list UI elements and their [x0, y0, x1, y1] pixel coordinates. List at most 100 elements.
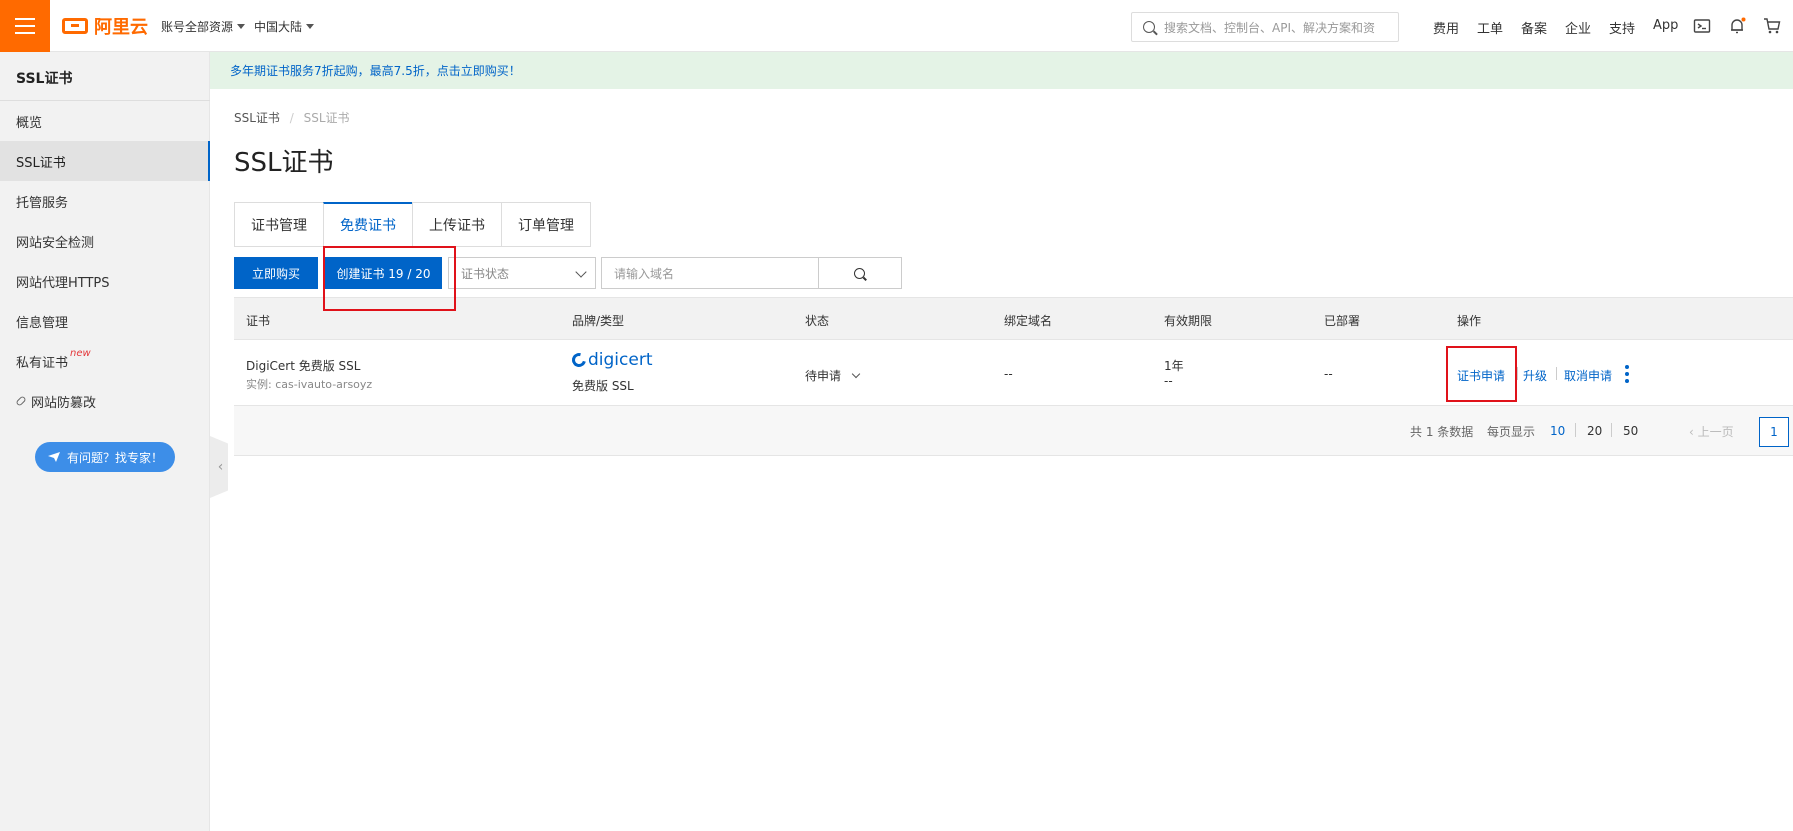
tab-label: 订单管理 — [518, 217, 574, 234]
sidebar-item-label: SSL证书 — [16, 155, 66, 171]
certificate-status-select[interactable]: 证书状态 — [448, 257, 596, 289]
sidebar-item-label: 概览 — [16, 115, 43, 131]
buy-now-label: 立即购买 — [251, 266, 300, 281]
sidebar-item-ssl-certificate[interactable]: SSL证书 — [0, 141, 210, 181]
action-divider — [1517, 367, 1518, 380]
page-size-10[interactable]: 10 — [1550, 424, 1565, 438]
sidebar-item-label: 网站安全检测 — [16, 235, 95, 251]
sidebar-title: SSL证书 — [16, 71, 73, 87]
nav-link-icp[interactable]: 备案 — [1521, 18, 1547, 37]
nav-link-app[interactable]: App — [1653, 18, 1678, 33]
per-page-label: 每页显示 — [1487, 425, 1536, 439]
upgrade-link[interactable]: 升级 — [1523, 367, 1547, 384]
total-count: 共 1 条数据 — [1410, 425, 1474, 439]
brand-type: 免费版 SSL — [572, 379, 634, 393]
search-icon — [1143, 21, 1155, 33]
sidebar-item-label: 托管服务 — [16, 195, 69, 211]
terminal-icon[interactable] — [1693, 17, 1711, 35]
logo-text: 阿里云 — [94, 17, 148, 38]
sidebar-collapse-handle[interactable]: ‹ — [210, 436, 228, 498]
nav-link-enterprise[interactable]: 企业 — [1565, 18, 1591, 37]
sidebar-item-label: 网站代理HTTPS — [16, 275, 110, 291]
cancel-application-link[interactable]: 取消申请 — [1564, 367, 1612, 384]
tab-order-management[interactable]: 订单管理 — [501, 202, 591, 247]
validity-sub: -- — [1164, 374, 1173, 388]
column-header-status: 状态 — [805, 314, 830, 328]
caret-down-icon — [237, 24, 246, 29]
certificate-name: DigiCert 免费版 SSL — [246, 359, 361, 373]
tab-upload-certificate[interactable]: 上传证书 — [412, 202, 501, 247]
current-page-number: 1 — [1770, 425, 1778, 439]
paper-plane-icon — [47, 452, 60, 462]
breadcrumb-separator: / — [289, 111, 294, 125]
sidebar-item-https-proxy[interactable]: 网站代理HTTPS — [0, 261, 210, 301]
status-value: 待申请 — [805, 369, 842, 383]
region-dropdown[interactable]: 中国大陆 — [254, 18, 315, 35]
create-certificate-label: 创建证书 19 / 20 — [336, 266, 431, 281]
brand-logo-text: digicert — [588, 350, 653, 370]
sidebar-item-site-security-check[interactable]: 网站安全检测 — [0, 221, 210, 261]
sidebar-item-anti-tamper[interactable]: 网站防篡改 — [0, 381, 210, 421]
domain-search-button[interactable] — [818, 257, 902, 289]
column-header-bound-domain: 绑定域名 — [1004, 314, 1053, 328]
promo-banner[interactable]: 多年期证书服务7折起购，最高7.5折，点击立即购买！ — [210, 52, 1793, 89]
breadcrumb: SSL证书 / SSL证书 — [234, 109, 350, 126]
sidebar-item-label: 信息管理 — [16, 315, 69, 331]
sidebar-item-managed-service[interactable]: 托管服务 — [0, 181, 210, 221]
status-dropdown[interactable]: 待申请 — [805, 367, 861, 384]
column-header-actions: 操作 — [1457, 314, 1482, 328]
global-search-input[interactable]: 搜索文档、控制台、API、解决方案和资 — [1131, 12, 1399, 42]
breadcrumb-root[interactable]: SSL证书 — [234, 111, 280, 125]
more-actions-icon[interactable] — [1624, 365, 1630, 383]
tab-label: 证书管理 — [251, 217, 307, 234]
account-resource-label: 账号全部资源 — [161, 20, 234, 34]
tab-bar: 证书管理 免费证书 上传证书 订单管理 — [234, 202, 591, 247]
pagination-bar: 共 1 条数据 每页显示 10 20 50 ‹ 上一页 1 — [234, 406, 1793, 456]
domain-search-placeholder: 请输入域名 — [614, 266, 675, 281]
action-divider — [1556, 367, 1557, 380]
current-page-button[interactable]: 1 — [1759, 417, 1789, 447]
sidebar-item-label: 网站防篡改 — [31, 395, 97, 411]
chevron-left-icon: ‹ — [217, 459, 224, 475]
tab-label: 免费证书 — [340, 218, 396, 234]
prev-page-label: 上一页 — [1697, 425, 1734, 439]
sidebar-item-overview[interactable]: 概览 — [0, 101, 210, 141]
aliyun-logo-icon — [62, 18, 88, 34]
aliyun-logo[interactable]: 阿里云 — [62, 14, 148, 38]
certificate-table: 证书 品牌/类型 状态 绑定域名 有效期限 已部署 操作 DigiCert 免费… — [234, 297, 1793, 456]
new-badge: new — [70, 347, 91, 359]
ask-expert-button[interactable]: 有问题？找专家！ — [35, 442, 175, 472]
tab-free-certificate[interactable]: 免费证书 — [323, 202, 412, 247]
table-row: DigiCert 免费版 SSL 实例: cas-ivauto-arsoyz d… — [234, 340, 1793, 406]
page-size-divider — [1611, 423, 1612, 437]
top-navigation-bar: 阿里云 账号全部资源 中国大陆 搜索文档、控制台、API、解决方案和资 费用 工… — [0, 0, 1793, 52]
ask-expert-label: 有问题？找专家！ — [66, 450, 163, 465]
table-header: 证书 品牌/类型 状态 绑定域名 有效期限 已部署 操作 — [234, 297, 1793, 340]
nav-link-tickets[interactable]: 工单 — [1477, 18, 1503, 37]
sidebar-item-info-management[interactable]: 信息管理 — [0, 301, 210, 341]
tab-certificate-management[interactable]: 证书管理 — [234, 202, 323, 247]
apply-certificate-link[interactable]: 证书申请 — [1457, 367, 1505, 384]
search-placeholder: 搜索文档、控制台、API、解决方案和资 — [1164, 20, 1375, 35]
deployed-value: -- — [1324, 367, 1333, 381]
sidebar-item-label: 私有证书 — [16, 355, 69, 371]
breadcrumb-current: SSL证书 — [303, 111, 350, 125]
menu-icon[interactable] — [0, 0, 50, 52]
caret-down-icon — [306, 24, 315, 29]
chevron-down-icon — [575, 266, 587, 278]
sidebar-item-private-certificate[interactable]: 私有证书 new — [0, 341, 210, 381]
create-certificate-button[interactable]: 创建证书 19 / 20 — [325, 257, 442, 289]
account-resource-dropdown[interactable]: 账号全部资源 — [161, 18, 246, 35]
page-size-divider — [1575, 423, 1576, 437]
page-size-20[interactable]: 20 — [1587, 424, 1602, 438]
prev-page-button[interactable]: ‹ 上一页 — [1689, 423, 1734, 440]
column-header-brand-type: 品牌/类型 — [572, 314, 625, 328]
nav-link-billing[interactable]: 费用 — [1433, 18, 1459, 37]
cart-icon[interactable] — [1763, 17, 1781, 35]
domain-search-input[interactable]: 请输入域名 — [601, 257, 819, 289]
page-title: SSL证书 — [234, 148, 334, 178]
page-size-50[interactable]: 50 — [1623, 424, 1638, 438]
nav-link-support[interactable]: 支持 — [1609, 18, 1635, 37]
bell-icon[interactable] — [1728, 17, 1746, 35]
buy-now-button[interactable]: 立即购买 — [234, 257, 318, 289]
